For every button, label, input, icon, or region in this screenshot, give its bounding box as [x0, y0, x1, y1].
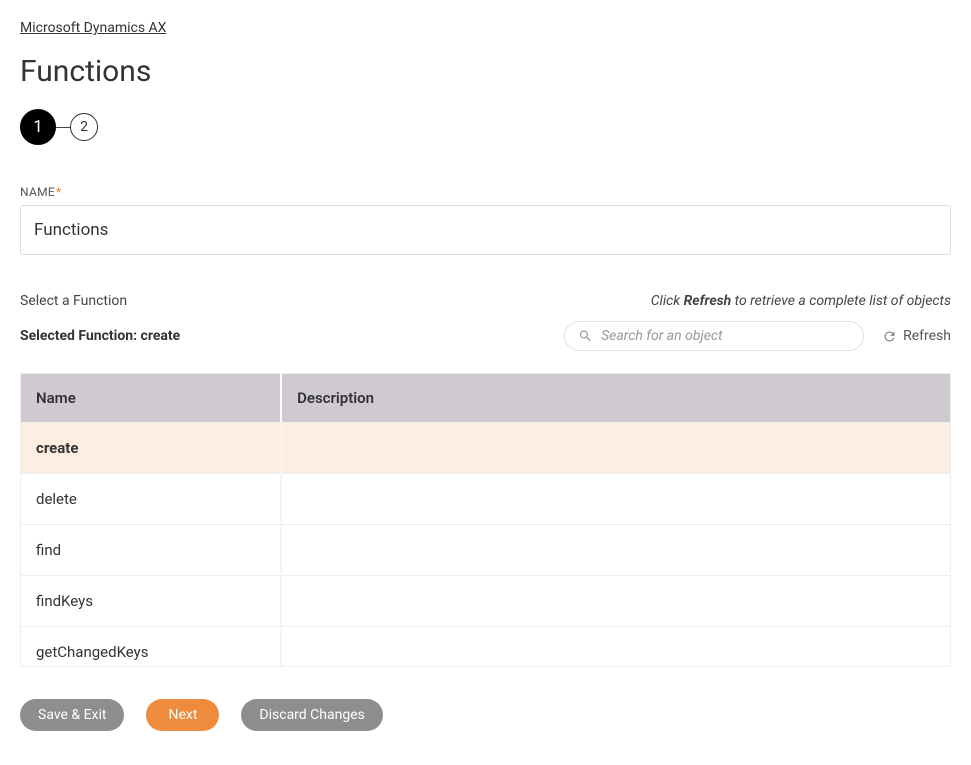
select-function-label: Select a Function: [20, 293, 127, 309]
cell-description: [281, 423, 950, 474]
step-connector: [56, 127, 70, 128]
selected-fn-prefix: Selected Function:: [20, 328, 141, 344]
page-title: Functions: [20, 54, 951, 89]
table-row[interactable]: findKeys: [21, 575, 950, 626]
search-input[interactable]: [564, 321, 864, 351]
discard-button[interactable]: Discard Changes: [241, 699, 382, 731]
search-icon: [578, 329, 593, 344]
cell-name: delete: [21, 474, 281, 525]
cell-name: find: [21, 525, 281, 576]
selected-function-label: Selected Function: create: [20, 328, 180, 344]
cell-description: [281, 627, 950, 667]
hint-prefix: Click: [651, 293, 684, 309]
name-input[interactable]: [20, 205, 951, 255]
cell-description: [281, 525, 950, 576]
cell-description: [281, 474, 950, 525]
column-header-description[interactable]: Description: [281, 374, 950, 422]
selected-fn-value: create: [141, 328, 181, 344]
table-row[interactable]: delete: [21, 473, 950, 524]
step-2[interactable]: 2: [70, 113, 98, 141]
refresh-hint: Click Refresh to retrieve a complete lis…: [651, 293, 951, 309]
table-header-row: Name Description: [21, 374, 950, 422]
table-row[interactable]: getChangedKeys: [21, 626, 950, 666]
table-row[interactable]: find: [21, 524, 950, 575]
table-row[interactable]: create: [21, 422, 950, 473]
name-label: NAME*: [20, 185, 951, 199]
step-1[interactable]: 1: [20, 109, 56, 145]
save-exit-button[interactable]: Save & Exit: [20, 699, 124, 731]
cell-description: [281, 576, 950, 627]
cell-name: create: [21, 423, 281, 474]
cell-name: getChangedKeys: [21, 627, 281, 667]
hint-suffix: to retrieve a complete list of objects: [731, 293, 951, 309]
breadcrumb-link[interactable]: Microsoft Dynamics AX: [20, 20, 951, 36]
stepper: 1 2: [20, 109, 951, 145]
refresh-label: Refresh: [903, 328, 951, 344]
next-button[interactable]: Next: [146, 699, 219, 731]
refresh-button[interactable]: Refresh: [882, 328, 951, 344]
table-body[interactable]: createdeletefindfindKeysgetChangedKeys: [21, 422, 950, 666]
column-header-name[interactable]: Name: [21, 374, 281, 422]
hint-bold: Refresh: [684, 293, 732, 309]
search-wrap: [564, 321, 864, 351]
action-bar: Save & Exit Next Discard Changes: [20, 699, 951, 731]
cell-name: findKeys: [21, 576, 281, 627]
required-indicator: *: [56, 185, 61, 199]
refresh-icon: [882, 329, 897, 344]
name-label-text: NAME: [20, 185, 55, 199]
function-table: Name Description createdeletefindfindKey…: [20, 373, 951, 667]
